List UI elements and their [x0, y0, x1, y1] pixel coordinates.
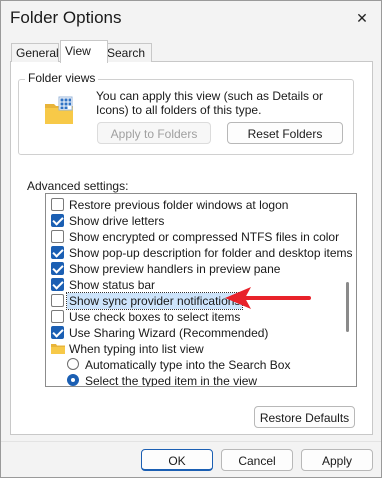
folder-options-window: Folder Options ✕ General View Search Fol… [0, 0, 382, 478]
reset-folders-button[interactable]: Reset Folders [227, 122, 343, 144]
list-item-label: Show status bar [69, 278, 156, 292]
checkbox[interactable] [51, 326, 64, 339]
checkbox[interactable] [51, 310, 64, 323]
cancel-button[interactable]: Cancel [221, 449, 293, 471]
list-item-label: Use check boxes to select items [69, 310, 241, 324]
scrollbar-thumb[interactable] [346, 282, 349, 332]
apply-button[interactable]: Apply [301, 449, 373, 471]
radio-button[interactable] [67, 374, 79, 386]
footer-divider [1, 441, 381, 442]
list-item-label: Show encrypted or compressed NTFS files … [69, 230, 340, 244]
checkbox[interactable] [51, 214, 64, 227]
list-item-label: Show preview handlers in preview pane [69, 262, 281, 276]
list-item-label: Select the typed item in the view [85, 374, 258, 387]
list-item-label: When typing into list view [69, 342, 204, 356]
tab-view-label: View [65, 44, 91, 58]
list-item-label: Show drive letters [69, 214, 165, 228]
title-bar: Folder Options ✕ [1, 1, 381, 37]
advanced-settings-label: Advanced settings: [27, 179, 129, 193]
folder-icon [51, 344, 65, 354]
tab-search-label: Search [107, 46, 146, 60]
checkbox[interactable] [51, 230, 64, 243]
close-icon[interactable]: ✕ [353, 9, 371, 27]
tab-view[interactable]: View [60, 40, 108, 63]
checkbox[interactable] [51, 294, 64, 307]
list-scrollbar[interactable] [346, 197, 350, 381]
ok-button[interactable]: OK [141, 449, 213, 471]
tab-general[interactable]: General [11, 43, 59, 62]
restore-defaults-button[interactable]: Restore Defaults [254, 406, 355, 428]
list-item-label: Restore previous folder windows at logon [69, 198, 289, 212]
checkbox[interactable] [51, 246, 64, 259]
tab-general-label: General [16, 46, 59, 60]
radio-button[interactable] [67, 358, 79, 370]
list-item-label: Show pop-up description for folder and d… [69, 246, 353, 260]
tab-search[interactable]: Search [102, 43, 152, 62]
list-item-label: Use Sharing Wizard (Recommended) [69, 326, 269, 340]
list-item-label: Show sync provider notifications [65, 292, 244, 310]
checkbox[interactable] [51, 198, 64, 211]
annotation-arrow-icon [225, 287, 311, 309]
folder-views-title: Folder views [25, 71, 99, 85]
checkbox[interactable] [51, 262, 64, 275]
apply-to-folders-button[interactable]: Apply to Folders [97, 122, 211, 144]
checkbox[interactable] [51, 278, 64, 291]
folder-views-description: You can apply this view (such as Details… [96, 89, 324, 117]
window-title: Folder Options [10, 8, 122, 27]
list-item-label: Automatically type into the Search Box [85, 358, 291, 372]
folder-icon [45, 96, 73, 124]
